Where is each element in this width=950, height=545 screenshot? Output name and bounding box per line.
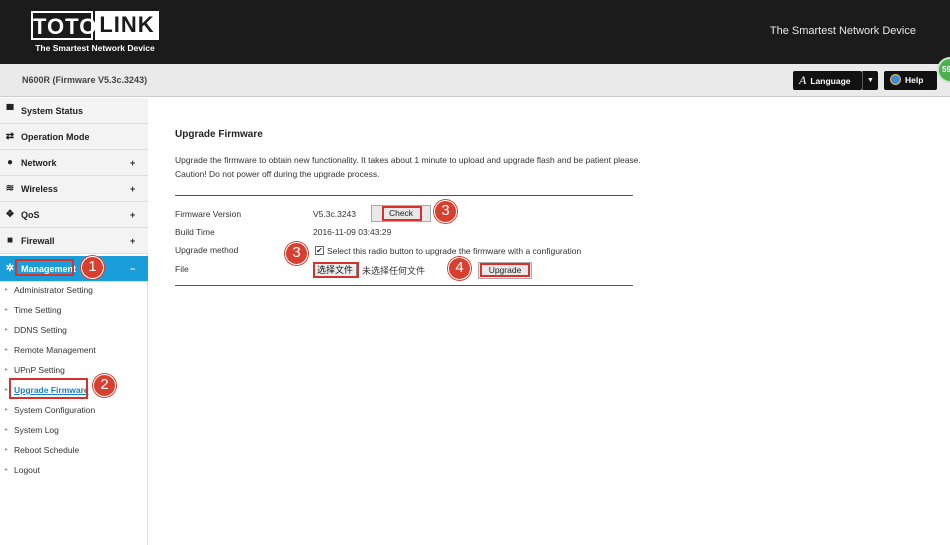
bullet-icon: ▸ [5,387,9,393]
sidebar-subitem-system-configuration[interactable]: ▸ System Configuration [0,400,148,420]
sidebar-subitem-label: Remote Management [14,345,96,355]
totolink-logo[interactable]: TOTO LINK The Smartest Network Device [31,11,159,55]
sidebar-subitem-label: System Log [14,425,59,435]
sidebar-item-label: System Status [21,106,84,116]
sidebar-subitem-administrator-setting[interactable]: ▸ Administrator Setting [0,280,148,300]
help-button[interactable]: Help [884,71,937,90]
logo-tagline: The Smartest Network Device [35,43,155,53]
highlight-management [15,259,74,276]
page-title: Upgrade Firmware [175,129,263,140]
divider [175,195,633,196]
lock-icon: ■ [6,235,14,246]
sidebar-subitem-label: UPnP Setting [14,365,65,375]
bullet-icon: ▸ [5,427,9,433]
sidebar-subitem-label: System Configuration [14,405,96,415]
bullet-icon: ▸ [5,307,9,313]
sidebar: ▀ System Status ⇄ Operation Mode ● Netwo… [0,98,148,545]
language-dropdown-arrow-icon[interactable]: ▼ [862,71,878,90]
bullet-icon: ▸ [5,467,9,473]
language-label: Language [810,76,851,86]
help-globe-icon [890,74,901,85]
sidebar-subitem-label: Logout [14,465,40,475]
sidebar-item-label: QoS [21,210,40,220]
language-button[interactable]: A Language [793,71,862,90]
bullet-icon: ▸ [5,407,9,413]
sidebar-subitem-time-setting[interactable]: ▸ Time Setting [0,300,148,320]
sidebar-subitem-logout[interactable]: ▸ Logout [0,460,148,480]
collapse-minus-icon: − [130,264,136,274]
no-file-selected-text: 未选择任何文件 [362,266,426,276]
highlight-choose-file [313,262,359,278]
logo-word-toto: TOTO [31,11,96,40]
divider [175,285,633,286]
firmware-version-label: Firmware Version [175,209,242,219]
step-marker-4: 4 [448,257,471,280]
sidebar-subitem-label: Time Setting [14,305,62,315]
sidebar-item-label: Network [21,158,57,168]
upgrade-method-label: Upgrade method [175,245,239,255]
upgrade-method-checkbox[interactable]: ✔ [315,246,324,255]
diamond-icon: ❖ [5,209,15,220]
wifi-icon: ≋ [5,183,15,194]
sidebar-subitem-upnp-setting[interactable]: ▸ UPnP Setting [0,360,148,380]
bullet-icon: ▸ [5,367,9,373]
sidebar-subitem-label: DDNS Setting [14,325,67,335]
step-marker-3-choose-file: 3 [285,242,308,265]
sidebar-item-label: Firewall [21,236,55,246]
header-tagline: The Smartest Network Device [769,25,916,37]
model-bar: N600R (Firmware V5.3c.3243) A Language ▼ … [0,64,950,97]
page-description: Upgrade the firmware to obtain new funct… [175,155,641,179]
bullet-icon: ▸ [5,327,9,333]
expand-plus-icon: + [130,184,136,194]
step-marker-1: 1 [81,256,104,279]
expand-plus-icon: + [130,210,136,220]
file-label: File [175,264,189,274]
upgrade-method-text: Select this radio button to upgrade the … [327,246,582,256]
sidebar-item-firewall[interactable]: ■ Firewall + [0,228,148,254]
sidebar-subitem-remote-management[interactable]: ▸ Remote Management [0,340,148,360]
step-marker-2: 2 [93,374,116,397]
logo-word-link: LINK [95,11,159,40]
sidebar-subitem-reboot-schedule[interactable]: ▸ Reboot Schedule [0,440,148,460]
main-content: Upgrade Firmware Upgrade the firmware to… [149,98,950,545]
highlight-check-button [382,206,422,221]
step-marker-3-check: 3 [434,200,457,223]
chat-icon: ▀ [6,105,14,116]
sidebar-item-system-status[interactable]: ▀ System Status [0,98,148,124]
top-header: TOTO LINK The Smartest Network Device Th… [0,0,950,64]
sidebar-subitem-label: Reboot Schedule [14,445,80,455]
expand-plus-icon: + [130,236,136,246]
bullet-icon: ▸ [5,287,9,293]
expand-plus-icon: + [130,158,136,168]
sidebar-item-wireless[interactable]: ≋ Wireless + [0,176,148,202]
globe-icon: ● [6,157,14,168]
bullet-icon: ▸ [5,447,9,453]
switch-icon: ⇄ [5,131,15,142]
model-firmware-label: N600R (Firmware V5.3c.3243) [22,75,148,85]
sidebar-item-label: Wireless [21,184,58,194]
sidebar-item-operation-mode[interactable]: ⇄ Operation Mode [0,124,148,150]
help-label: Help [905,75,924,85]
build-time-label: Build Time [175,227,215,237]
firmware-version-value: V5.3c.3243 [313,209,357,219]
sidebar-subitem-label: Administrator Setting [14,285,93,295]
bullet-icon: ▸ [5,347,9,353]
sidebar-item-label: Operation Mode [21,132,90,142]
highlight-upgrade-firmware [9,378,88,399]
highlight-upgrade-button [480,263,530,277]
sidebar-item-qos[interactable]: ❖ QoS + [0,202,148,228]
sidebar-item-network[interactable]: ● Network + [0,150,148,176]
sidebar-subitem-system-log[interactable]: ▸ System Log [0,420,148,440]
sidebar-subitem-ddns-setting[interactable]: ▸ DDNS Setting [0,320,148,340]
language-icon: A [799,73,807,87]
build-time-value: 2016-11-09 03:43:29 [313,227,392,237]
